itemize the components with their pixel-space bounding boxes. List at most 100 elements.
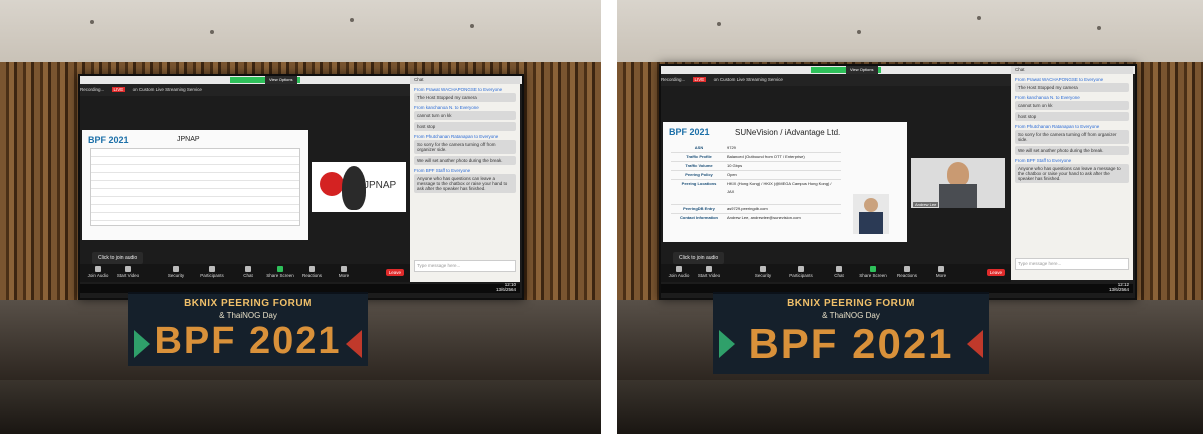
security-button[interactable]: Security [162, 266, 190, 278]
shared-slide: BPF 2021 JPNAP [82, 130, 308, 240]
slide-logo: BPF 2021 [88, 135, 129, 145]
chat-from: From kanchanoa N. to Everyone [414, 105, 479, 110]
security-button[interactable]: Security [749, 266, 777, 278]
chat-from: From kanchanoa N. to Everyone [1015, 95, 1080, 100]
video-brand-text: JPNAP [364, 180, 397, 191]
event-banner: BKNIX PEERING FORUM & ThaiNOG Day BPF 20… [128, 292, 368, 366]
streaming-label: on Custom Live Streaming Service [132, 87, 202, 92]
green-chevron-icon [134, 330, 150, 358]
chat-message: We will set another photo during the bre… [414, 156, 516, 165]
speaker-name-tag: Andrew Lee [913, 202, 939, 207]
taskbar [80, 284, 520, 293]
chat-from: From Prawat WACHAPONGSE to Everyone [1015, 77, 1104, 82]
event-banner: BKNIX PEERING FORUM & ThaiNOG Day BPF 20… [713, 292, 989, 374]
ceiling [0, 0, 601, 62]
banner-line3: BPF 2021 [748, 320, 954, 367]
chat-message: Anyone who has questions can leave a mes… [414, 174, 516, 193]
event-photo-right: View Options Recording... LIVE on Custom… [617, 0, 1203, 434]
smile-icon [904, 266, 910, 272]
chat-button[interactable]: Chat [825, 266, 853, 278]
chat-input[interactable]: Type message here... [1015, 258, 1129, 270]
chat-icon [245, 266, 251, 272]
start-video-button[interactable]: Start Video [114, 266, 142, 278]
chat-panel: Chat From Prawat WACHAPONGSE to Everyone… [410, 76, 520, 282]
chat-header: Chat [1011, 66, 1133, 74]
red-chevron-icon [967, 330, 983, 358]
people-icon [209, 266, 215, 272]
slide-info-table: ASN 9729 Traffic Profile Balanced (Outboun… [671, 144, 841, 222]
view-options-button[interactable]: View Options [265, 76, 297, 84]
banner-line1: BKNIX PEERING FORUM [787, 298, 915, 309]
view-options-button[interactable]: View Options [846, 66, 878, 74]
chat-message: We will set another photo during the bre… [1015, 146, 1129, 155]
join-audio-button[interactable]: Join Audio [84, 266, 112, 278]
stage-front [617, 380, 1203, 434]
chat-message: So sorry for the camera turning off from… [1015, 130, 1129, 144]
chat-from: From BPF Staff to Everyone [414, 168, 471, 173]
slide-title: JPNAP [177, 136, 200, 143]
shield-icon [173, 266, 179, 272]
green-chevron-icon [719, 330, 735, 358]
ellipsis-icon [341, 266, 347, 272]
chat-message: host stop [1015, 112, 1129, 121]
chat-message: cannot turn on kk [1015, 101, 1129, 110]
smile-icon [309, 266, 315, 272]
chat-icon [836, 266, 842, 272]
headphones-icon [676, 266, 682, 272]
leave-button[interactable]: Leave [385, 269, 404, 276]
banner-line1: BKNIX PEERING FORUM [184, 298, 312, 309]
chat-from: From BPF Staff to Everyone [1015, 158, 1072, 163]
more-button[interactable]: More [927, 266, 955, 278]
banner-line2: & ThaiNOG Day [219, 311, 277, 320]
slide-speaker-photo [853, 194, 889, 234]
participants-button[interactable]: Participants [787, 266, 815, 278]
chat-message: cannot turn on kk [414, 111, 516, 120]
join-audio-banner[interactable]: Click to join audio [92, 252, 144, 264]
chat-message: The Host Stopped my camera [1015, 83, 1129, 92]
live-badge: LIVE [111, 87, 126, 92]
share-icon [277, 266, 283, 272]
participants-button[interactable]: Participants [198, 266, 226, 278]
chat-from: From Phutchanan Ratanapan to Everyone [414, 134, 499, 139]
ellipsis-icon [938, 266, 944, 272]
projection-screen: View Options Recording... LIVE on Custom… [659, 64, 1137, 300]
event-photo-left: View Options Recording... LIVE on Custom… [0, 0, 601, 434]
shared-slide: BPF 2021 SUNeVision / iAdvantage Ltd. AS… [663, 122, 907, 242]
ceiling [617, 0, 1203, 62]
chat-message: host stop [414, 122, 516, 131]
slide-title: SUNeVision / iAdvantage Ltd. [735, 128, 841, 137]
shield-icon [760, 266, 766, 272]
chat-message: Anyone who has questions can leave a mes… [1015, 164, 1129, 183]
join-audio-banner[interactable]: Click to join audio [673, 252, 725, 264]
meeting-toolbar: Join Audio Start Video Security Particip… [661, 264, 1011, 282]
reactions-button[interactable]: Reactions [893, 266, 921, 278]
live-badge: LIVE [692, 77, 707, 82]
recording-label: Recording... [661, 77, 686, 82]
recording-label: Recording... [80, 87, 105, 92]
recording-bar: Recording... LIVE on Custom Live Streami… [80, 84, 410, 96]
join-audio-button[interactable]: Join Audio [665, 266, 693, 278]
headphones-icon [95, 266, 101, 272]
banner-line3: BPF 2021 [154, 320, 342, 362]
chat-from: From Prawat WACHAPONGSE to Everyone [414, 87, 503, 92]
taskbar-clock: 12:10 13/6/2564 [495, 282, 516, 292]
more-button[interactable]: More [330, 266, 358, 278]
share-screen-button[interactable]: Share Screen [859, 266, 887, 278]
red-chevron-icon [346, 330, 362, 358]
share-icon [870, 266, 876, 272]
chat-button[interactable]: Chat [234, 266, 262, 278]
streaming-label: on Custom Live Streaming Service [713, 77, 783, 82]
reactions-button[interactable]: Reactions [298, 266, 326, 278]
chat-input[interactable]: Type message here... [414, 260, 516, 272]
start-video-button[interactable]: Start Video [695, 266, 723, 278]
taskbar [661, 284, 1133, 293]
speaker-video: Andrew Lee [911, 158, 1005, 208]
speaker-video: JPNAP [312, 162, 406, 212]
video-icon [125, 266, 131, 272]
chat-panel: Chat From Prawat WACHAPONGSE to Everyone… [1011, 66, 1133, 280]
banner-line2: & ThaiNOG Day [822, 311, 880, 320]
chat-from: From Phutchanan Ratanapan to Everyone [1015, 124, 1100, 129]
leave-button[interactable]: Leave [986, 269, 1005, 276]
taskbar-clock: 12:12 13/6/2564 [1108, 282, 1129, 292]
share-screen-button[interactable]: Share Screen [266, 266, 294, 278]
